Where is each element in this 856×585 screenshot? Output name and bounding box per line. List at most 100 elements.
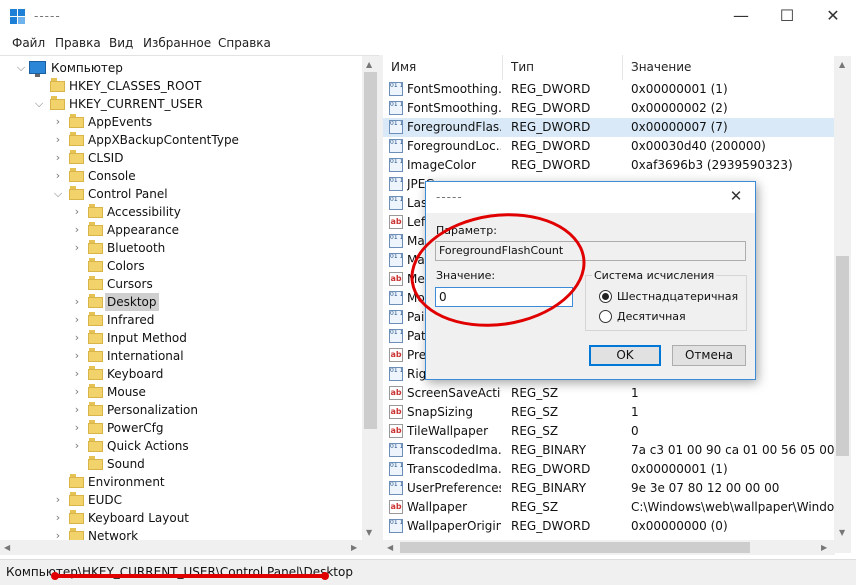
chevron-right-icon[interactable]: › xyxy=(72,239,82,257)
registry-tree[interactable]: ⌵ Компьютер HKEY_CLASSES_ROOT ⌵ HKEY_CURRENT… xyxy=(0,55,379,555)
tree-item[interactable]: › Personalization xyxy=(0,401,360,419)
tree-item[interactable]: › Accessibility xyxy=(0,203,360,221)
tree-item-label[interactable]: Keyboard Layout xyxy=(88,509,189,527)
tree-item[interactable]: › Keyboard Layout xyxy=(0,509,360,527)
list-scroll-thumb[interactable] xyxy=(836,256,849,456)
chevron-right-icon[interactable]: › xyxy=(53,491,63,509)
tree-item-label[interactable]: Infrared xyxy=(107,311,154,329)
chevron-right-icon[interactable]: › xyxy=(72,329,82,347)
menu-view[interactable]: Вид xyxy=(109,36,133,50)
scroll-left-arrow-icon[interactable]: ◀ xyxy=(4,543,10,553)
column-header-name[interactable]: Имя xyxy=(383,55,503,80)
tree-item-label[interactable]: PowerCfg xyxy=(107,419,164,437)
list-row[interactable]: ab SnapSizing REG_SZ 1 xyxy=(383,403,834,422)
tree-item[interactable]: › EUDC xyxy=(0,491,360,509)
tree-item-label[interactable]: Sound xyxy=(107,455,145,473)
tree-item[interactable]: › Mouse xyxy=(0,383,360,401)
list-row[interactable]: ab TileWallpaper REG_SZ 0 xyxy=(383,422,834,441)
tree-item-label[interactable]: Bluetooth xyxy=(107,239,165,257)
tree-item-label[interactable]: Input Method xyxy=(107,329,187,347)
list-row[interactable]: 01 10 ImageColor REG_DWORD 0xaf3696b3 (2939… xyxy=(383,156,834,175)
column-header-type[interactable]: Тип xyxy=(503,55,623,80)
chevron-right-icon[interactable]: › xyxy=(72,437,82,455)
chevron-right-icon[interactable]: › xyxy=(72,419,82,437)
chevron-right-icon[interactable]: › xyxy=(72,401,82,419)
menu-help[interactable]: Справка xyxy=(218,36,271,50)
scroll-up-arrow-icon[interactable]: ▲ xyxy=(366,60,372,70)
chevron-right-icon[interactable]: › xyxy=(72,365,82,383)
chevron-right-icon[interactable]: › xyxy=(53,113,63,131)
tree-item[interactable]: › Infrared xyxy=(0,311,360,329)
radio-hexadecimal[interactable] xyxy=(599,290,612,303)
tree-item-label[interactable]: International xyxy=(107,347,184,365)
list-row[interactable]: 01 10 TranscodedIma... REG_BINARY 7a c3 01 … xyxy=(383,441,834,460)
list-row[interactable]: ab ScreenSaveActive REG_SZ 1 xyxy=(383,384,834,403)
list-row[interactable]: 01 10 ForegroundFlas... REG_DWORD 0x0000000… xyxy=(383,118,834,137)
tree-item-hkcu[interactable]: ⌵ HKEY_CURRENT_USER xyxy=(0,95,360,113)
chevron-right-icon[interactable]: › xyxy=(72,203,82,221)
chevron-right-icon[interactable]: › xyxy=(53,149,63,167)
tree-item-label[interactable]: Appearance xyxy=(107,221,179,239)
tree-item-label[interactable]: Quick Actions xyxy=(107,437,189,455)
chevron-right-icon[interactable]: › xyxy=(72,347,82,365)
tree-item-label[interactable]: Personalization xyxy=(107,401,198,419)
radio-hex-label[interactable]: Шестнадцатеричная xyxy=(617,290,738,303)
chevron-down-icon[interactable]: ⌵ xyxy=(34,95,44,113)
tree-item[interactable]: › Quick Actions xyxy=(0,437,360,455)
list-hscroll-thumb[interactable] xyxy=(400,542,750,553)
tree-item-control-panel[interactable]: ⌵ Control Panel xyxy=(0,185,360,203)
tree-item-label[interactable]: HKEY_CLASSES_ROOT xyxy=(69,77,201,95)
chevron-right-icon[interactable]: › xyxy=(72,221,82,239)
tree-item-label[interactable]: CLSID xyxy=(88,149,123,167)
scroll-down-arrow-icon[interactable]: ▼ xyxy=(839,528,845,538)
tree-item[interactable]: Environment xyxy=(0,473,360,491)
tree-scroll-thumb[interactable] xyxy=(364,72,377,429)
tree-item-label[interactable]: AppEvents xyxy=(88,113,152,131)
tree-item[interactable]: › Console xyxy=(0,167,360,185)
close-button[interactable]: ✕ xyxy=(810,0,856,33)
scroll-right-arrow-icon[interactable]: ▶ xyxy=(821,543,827,553)
tree-item-label[interactable]: Компьютер xyxy=(51,59,123,77)
scroll-left-arrow-icon[interactable]: ◀ xyxy=(387,543,393,553)
list-row[interactable]: ab Wallpaper REG_SZ C:\Windows\web\wallpape… xyxy=(383,498,834,517)
tree-item-hkcr[interactable]: HKEY_CLASSES_ROOT xyxy=(0,77,360,95)
tree-item[interactable]: Sound xyxy=(0,455,360,473)
cancel-button[interactable]: Отмена xyxy=(672,345,746,366)
tree-item[interactable]: › PowerCfg xyxy=(0,419,360,437)
tree-item[interactable]: › AppXBackupContentType xyxy=(0,131,360,149)
tree-item-label[interactable]: Console xyxy=(88,167,136,185)
list-row[interactable]: 01 10 TranscodedIma... REG_DWORD 0x00000001… xyxy=(383,460,834,479)
tree-horizontal-scrollbar[interactable] xyxy=(0,540,379,555)
list-row[interactable]: 01 10 FontSmoothing... REG_DWORD 0x00000002… xyxy=(383,99,834,118)
tree-item[interactable]: › Input Method xyxy=(0,329,360,347)
maximize-button[interactable]: ☐ xyxy=(764,0,810,33)
tree-item[interactable]: › International xyxy=(0,347,360,365)
tree-item-label[interactable]: Accessibility xyxy=(107,203,181,221)
tree-item-label[interactable]: Mouse xyxy=(107,383,146,401)
list-row[interactable]: 01 10 UserPreferences... REG_BINARY 9e 3e 0… xyxy=(383,479,834,498)
tree-item-label[interactable]: Environment xyxy=(88,473,165,491)
tree-item-label[interactable]: AppXBackupContentType xyxy=(88,131,239,149)
chevron-down-icon[interactable]: ⌵ xyxy=(53,185,63,203)
scroll-down-arrow-icon[interactable]: ▼ xyxy=(366,528,372,538)
ok-button[interactable]: OK xyxy=(589,345,661,366)
radio-decimal[interactable] xyxy=(599,310,612,323)
column-header-value[interactable]: Значение xyxy=(623,55,834,80)
tree-item-label[interactable]: EUDC xyxy=(88,491,122,509)
chevron-right-icon[interactable]: › xyxy=(53,167,63,185)
menu-favorites[interactable]: Избранное xyxy=(143,36,211,50)
tree-item[interactable]: Cursors xyxy=(0,275,360,293)
tree-item[interactable]: › CLSID xyxy=(0,149,360,167)
tree-item[interactable]: › AppEvents xyxy=(0,113,360,131)
list-row[interactable]: 01 10 ForegroundLoc... REG_DWORD 0x00030d40… xyxy=(383,137,834,156)
tree-item[interactable]: › Keyboard xyxy=(0,365,360,383)
list-row[interactable]: 01 10 FontSmoothing... REG_DWORD 0x00000001… xyxy=(383,80,834,99)
tree-item-label[interactable]: Colors xyxy=(107,257,145,275)
tree-item[interactable]: › Desktop xyxy=(0,293,360,311)
chevron-right-icon[interactable]: › xyxy=(72,311,82,329)
scroll-up-arrow-icon[interactable]: ▲ xyxy=(839,60,845,70)
minimize-button[interactable]: — xyxy=(718,0,764,33)
chevron-right-icon[interactable]: › xyxy=(72,293,82,311)
menu-file[interactable]: Файл xyxy=(12,36,45,50)
tree-item-label[interactable]: Control Panel xyxy=(88,185,168,203)
